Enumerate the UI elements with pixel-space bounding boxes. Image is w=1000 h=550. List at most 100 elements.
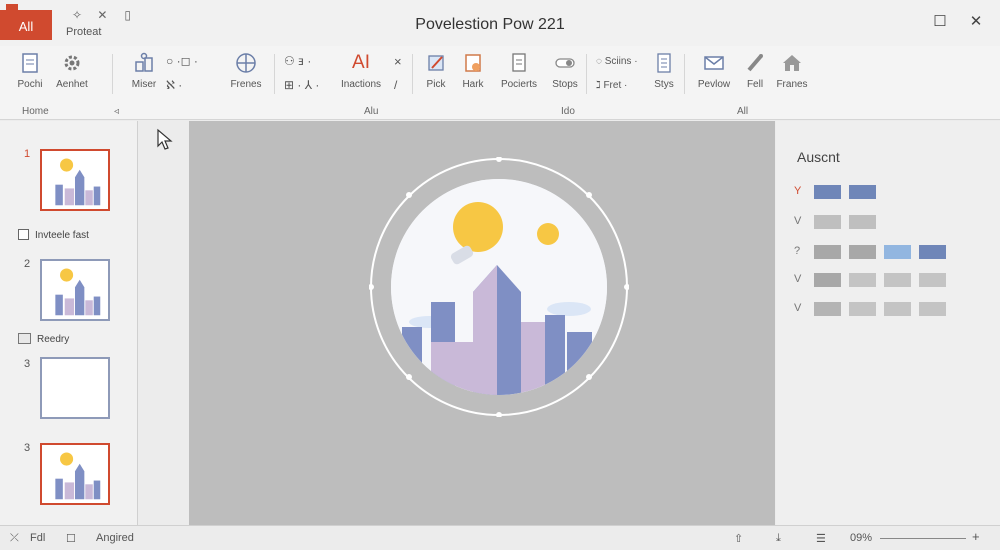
zoom-level[interactable]: 09% (850, 532, 872, 544)
color-swatch[interactable] (849, 245, 876, 259)
ribbon-button-stops[interactable]: Stops (548, 52, 582, 90)
slide-canvas[interactable] (189, 121, 775, 525)
collapse-group-icon[interactable]: ◃ (114, 106, 119, 117)
swatch-row[interactable]: V (794, 215, 994, 229)
ribbon-button-hark[interactable]: Hark (458, 52, 488, 90)
fret-dropdown[interactable]: ℷ Fret · (596, 80, 627, 91)
slide-thumbnail-blank[interactable] (40, 357, 110, 419)
fit-slide-icon[interactable]: ⤫ (10, 532, 19, 545)
color-swatch[interactable] (884, 273, 911, 287)
color-swatch[interactable] (884, 245, 911, 259)
color-swatch[interactable] (814, 302, 841, 316)
ribbon-button-pochi[interactable]: Pochi (14, 52, 46, 90)
section-header[interactable]: Reedry (18, 333, 69, 345)
color-swatch[interactable] (884, 302, 911, 316)
slide-thumbnail[interactable] (40, 443, 110, 505)
ribbon-button-miser[interactable]: Miser (128, 52, 160, 90)
page-lines-icon (657, 53, 671, 73)
row-marker: V (794, 215, 802, 227)
ribbon-button-label: Pick (426, 79, 446, 90)
color-swatch[interactable] (849, 215, 876, 229)
picture-icon (465, 54, 481, 72)
ribbon-button-pick[interactable]: Pick (420, 52, 452, 90)
crosshair-circle-icon (236, 53, 256, 73)
city-art-icon (55, 158, 101, 206)
ribbon-button-label: Pevlow (697, 79, 731, 90)
scenes-dropdown[interactable]: ◌ Sciins · (596, 56, 638, 67)
ribbon-button-stys[interactable]: Stys (650, 52, 678, 90)
slide-thumbnail[interactable] (40, 149, 110, 211)
notes-label[interactable]: Angired (96, 532, 134, 544)
text-ai-icon: AI (352, 52, 370, 73)
notes-icon[interactable]: ☐ (66, 532, 76, 545)
zoom-in-icon[interactable]: + (972, 529, 980, 544)
ribbon-button-franes[interactable]: Franes (772, 52, 812, 90)
redo-icon[interactable]: ✧ (66, 8, 88, 22)
ribbon-button-frenes[interactable]: Frenes (228, 52, 264, 90)
close-window-icon[interactable]: ✕ (966, 12, 986, 32)
row-marker: Y (794, 185, 802, 197)
color-swatch[interactable] (919, 273, 946, 287)
zoom-slider[interactable] (880, 538, 966, 539)
slide-thumbnail[interactable] (40, 259, 110, 321)
ribbon-button-pevlow[interactable]: Pevlow (692, 52, 736, 90)
ribbon-button-label: Fell (746, 79, 764, 90)
ribbon-button-label: Miser (131, 79, 157, 90)
color-swatch[interactable] (919, 245, 946, 259)
color-swatch[interactable] (849, 302, 876, 316)
color-swatch[interactable] (814, 185, 841, 199)
download-icon[interactable]: ⤓ (776, 532, 781, 545)
title-bar: All ✧ ✕ ▯ Proteat Povelestion Pow 221 ☐ … (0, 0, 1000, 46)
maximize-icon[interactable]: ☐ (930, 12, 950, 32)
file-tab[interactable]: All (0, 4, 52, 40)
color-swatch[interactable] (849, 185, 876, 199)
color-swatch[interactable] (814, 215, 841, 229)
ribbon-button-label: Stys (654, 79, 674, 90)
ribbon-separator (112, 54, 113, 94)
binoculars-icon[interactable]: ⚇ ⱻ · (284, 54, 311, 68)
section-icon (18, 333, 31, 344)
document-icon (22, 53, 38, 73)
section-header[interactable]: Invteele fast (18, 229, 89, 241)
swatch-row[interactable]: Y (794, 185, 994, 199)
tab-corner (6, 4, 18, 14)
draw-dropdown[interactable]: ℵ · (166, 78, 182, 92)
house-icon (783, 55, 801, 71)
swatch-row[interactable]: V (794, 302, 994, 316)
ribbon-button-label: Franes (776, 79, 808, 90)
ribbon-button-label: Hark (462, 79, 484, 90)
file-tab-label: All (18, 19, 34, 34)
color-swatch[interactable] (919, 302, 946, 316)
close-small-icon[interactable]: ✕ (91, 8, 113, 22)
ribbon-button-inactions[interactable]: AI Inactions (334, 52, 388, 90)
selected-circle-image[interactable] (369, 157, 629, 417)
document-list-icon (512, 53, 526, 72)
color-swatch[interactable] (814, 273, 841, 287)
ribbon-button-fell[interactable]: Fell (740, 52, 770, 90)
pen-small-icon[interactable]: / (394, 78, 397, 92)
envelope-icon (704, 56, 724, 70)
arrange-dropdown[interactable]: ⊞ · ⅄ · (284, 78, 319, 92)
ribbon-separator (586, 54, 587, 94)
quick-access-toolbar: ✧ ✕ ▯ (66, 8, 139, 22)
close-mark-icon[interactable]: × (394, 54, 402, 69)
save-icon[interactable]: ▯ (117, 8, 139, 22)
shapes-dropdown[interactable]: ○ ·◻ · (166, 54, 198, 68)
ribbon-separator (412, 54, 413, 94)
color-swatch[interactable] (814, 245, 841, 259)
city-art-icon (55, 268, 101, 316)
ribbon-button-pocierts[interactable]: Pocierts (490, 52, 548, 90)
ribbon: Pochi Aenhet Miser ○ ·◻ · ℵ · Frenes ⚇ ⱻ… (0, 46, 1000, 120)
slide-number: 3 (24, 358, 31, 370)
swatch-row[interactable]: ? (794, 245, 994, 259)
fret-label: Fret (603, 80, 622, 91)
ribbon-button-aenhet[interactable]: Aenhet (52, 52, 92, 90)
share-icon[interactable]: ⇧ (734, 532, 743, 545)
shapes-icon (135, 52, 153, 72)
swatch-row[interactable]: V (794, 273, 994, 287)
ribbon-button-label: Pochi (17, 79, 43, 90)
view-icon[interactable]: ☰ (816, 532, 826, 545)
section-checkbox[interactable] (18, 229, 29, 240)
color-swatch[interactable] (849, 273, 876, 287)
protect-label: Proteat (66, 26, 102, 38)
